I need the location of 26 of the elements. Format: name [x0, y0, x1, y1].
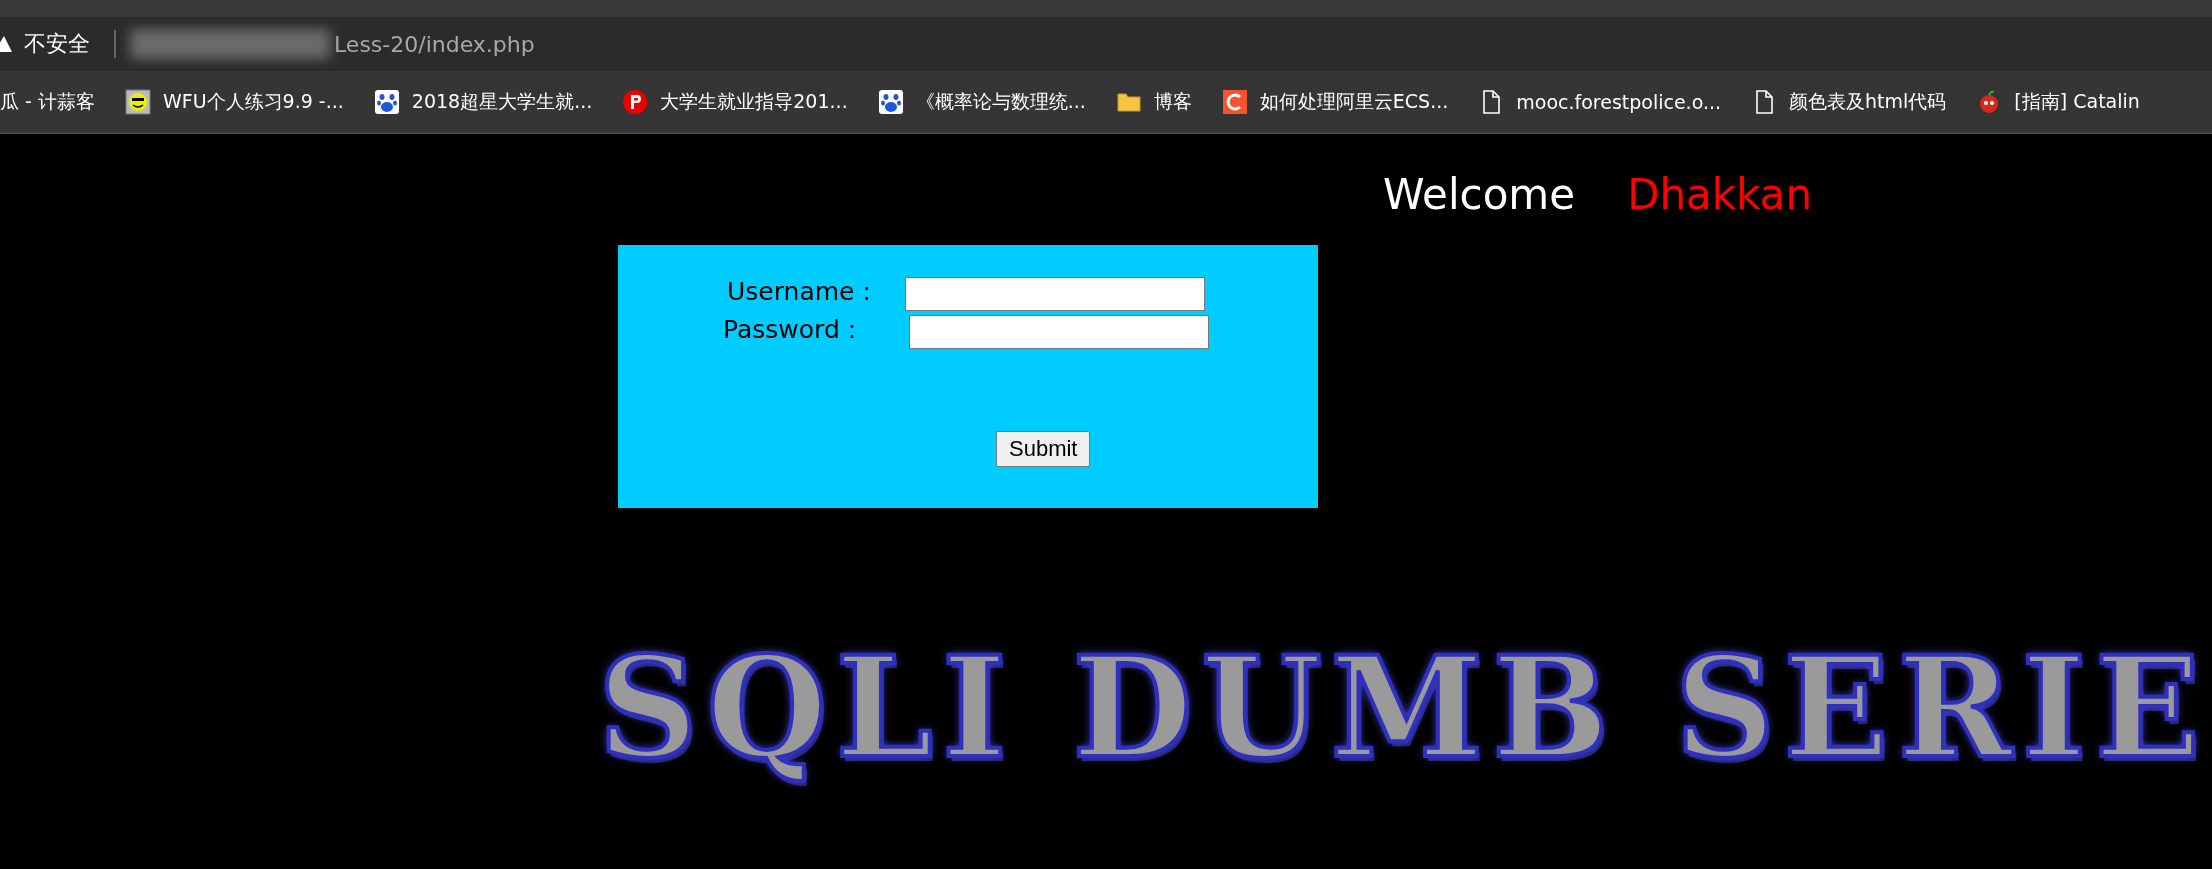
- username-label: Username :: [727, 277, 871, 306]
- bookmark-item[interactable]: mooc.forestpolice.o...: [1478, 89, 1722, 115]
- p-logo-icon: [622, 89, 649, 115]
- url-text[interactable]: Less-20/index.php: [334, 31, 535, 57]
- bookmark-item[interactable]: 如何处理阿里云ECS...: [1221, 89, 1449, 115]
- c-logo-icon: [1221, 89, 1248, 115]
- bookmark-item[interactable]: 《概率论与数理统...: [877, 89, 1086, 115]
- welcome-text: Welcome: [1383, 170, 1576, 219]
- warning-icon[interactable]: [0, 34, 14, 54]
- bookmark-item[interactable]: 颜色表及html代码: [1751, 89, 1947, 115]
- password-field[interactable]: [909, 315, 1209, 349]
- bookmark-item[interactable]: WFU个人练习9.9 -...: [124, 89, 344, 115]
- smiley-icon: [124, 89, 151, 115]
- submit-button[interactable]: Submit: [996, 431, 1091, 467]
- bookmark-item[interactable]: 瓜 - 计蒜客: [0, 89, 95, 115]
- bookmark-item[interactable]: 大学生就业指导201...: [622, 89, 848, 115]
- bookmark-item[interactable]: [指南] Catalin: [1976, 89, 2140, 115]
- user-name: Dhakkan: [1627, 170, 1813, 219]
- security-label[interactable]: 不安全: [24, 29, 90, 59]
- paw-icon: [373, 89, 400, 115]
- paw-icon: [877, 89, 904, 115]
- banner-title: SQLI DUMB SERIE: [598, 626, 2210, 789]
- bookmark-item[interactable]: 2018超星大学生就...: [373, 89, 593, 115]
- bookmark-item[interactable]: 博客: [1115, 89, 1192, 115]
- password-label: Password :: [723, 315, 857, 344]
- username-field[interactable]: [905, 277, 1205, 311]
